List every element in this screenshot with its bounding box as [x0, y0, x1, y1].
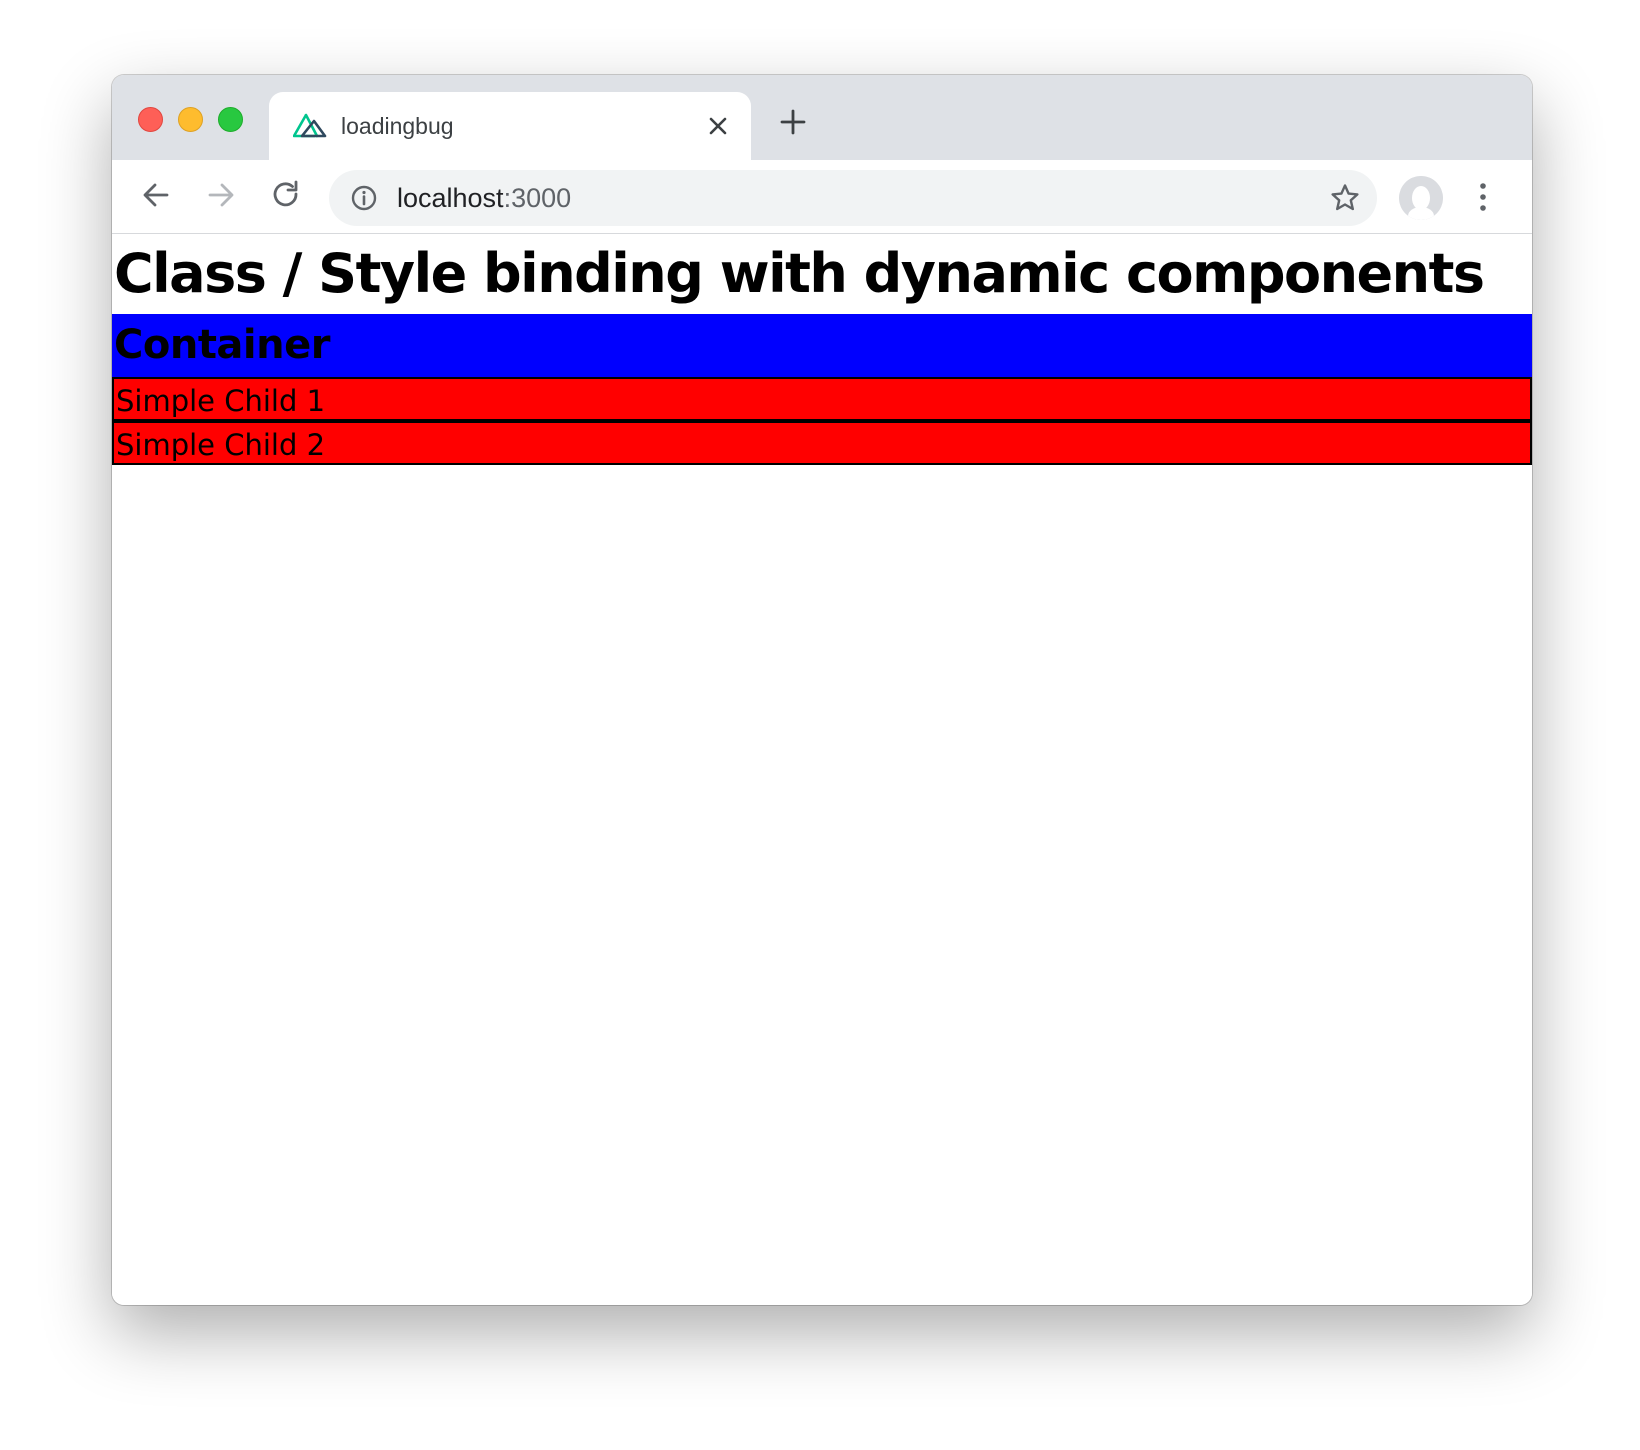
close-window-button[interactable]: [138, 107, 163, 132]
minimize-window-button[interactable]: [178, 107, 203, 132]
tab-title: loadingbug: [341, 113, 454, 139]
url-text[interactable]: localhost:3000: [397, 182, 571, 214]
back-arrow-icon[interactable]: [138, 177, 174, 213]
browser-toolbar: localhost:3000: [112, 160, 1532, 234]
browser-tab[interactable]: loadingbug: [269, 92, 751, 160]
profile-icon: [1399, 176, 1443, 220]
star-icon[interactable]: [1329, 182, 1361, 214]
container-heading: Container: [114, 322, 330, 368]
container-component: Container Simple Child 1 Simple Child 2: [112, 314, 1532, 465]
avatar[interactable]: [1399, 176, 1443, 220]
address-bar[interactable]: localhost:3000: [329, 170, 1377, 226]
tab-strip: loadingbug: [112, 75, 1532, 160]
info-icon[interactable]: [350, 184, 378, 212]
simple-child-1: Simple Child 1: [112, 377, 1532, 421]
maximize-window-button[interactable]: [218, 107, 243, 132]
simple-child-2: Simple Child 2: [112, 421, 1532, 465]
browser-window: loadingbug localhost:3000 Class / Style …: [112, 75, 1532, 1305]
url-host: localhost: [397, 183, 504, 213]
url-port: :3000: [503, 183, 572, 213]
forward-arrow-icon[interactable]: [203, 177, 239, 213]
plus-icon[interactable]: [778, 107, 808, 137]
nuxt-logo-icon: [293, 113, 327, 138]
page-viewport: Class / Style binding with dynamic compo…: [112, 234, 1532, 1305]
close-icon[interactable]: [704, 112, 732, 140]
kebab-menu-icon[interactable]: [1476, 180, 1490, 214]
reload-icon[interactable]: [268, 177, 304, 213]
page-title: Class / Style binding with dynamic compo…: [114, 242, 1485, 305]
